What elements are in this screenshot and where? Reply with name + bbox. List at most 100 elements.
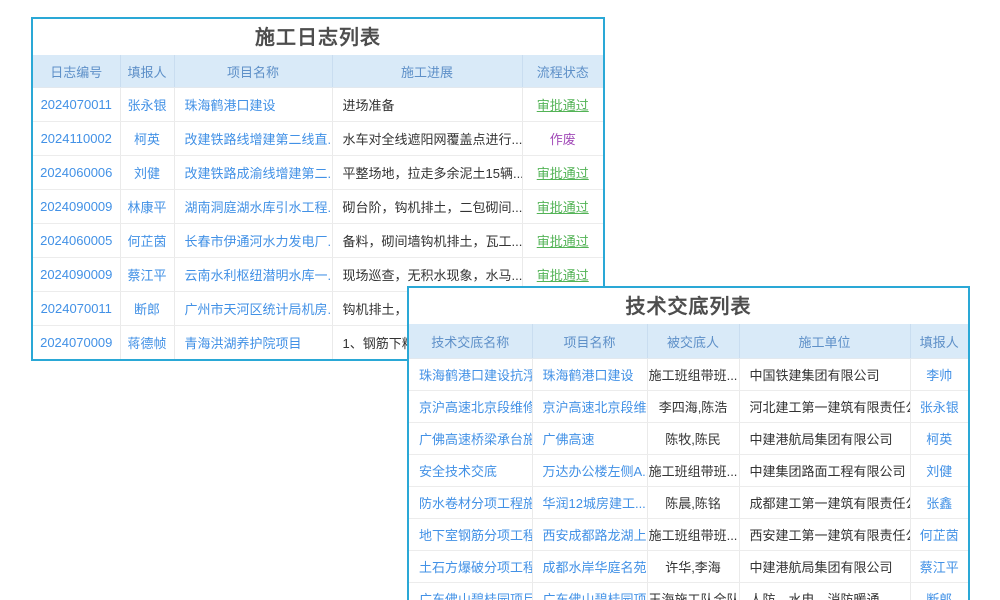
log-reporter-link[interactable]: 断郎 <box>134 302 160 317</box>
log-project-link[interactable]: 改建铁路线增建第二线直... <box>185 132 333 147</box>
disclosure-table-row: 京沪高速北京段维修... 京沪高速北京段维修 李四海,陈浩 河北建工第一建筑有限… <box>409 391 968 423</box>
technical-disclosure-title: 技术交底列表 <box>409 288 968 324</box>
construction-log-title: 施工日志列表 <box>33 19 603 55</box>
log-id-link[interactable]: 2024070011 <box>41 301 112 316</box>
log-project-link[interactable]: 青海洪湖养护院项目 <box>185 336 302 351</box>
log-reporter-link[interactable]: 蔡江平 <box>127 268 166 283</box>
log-status-badge: 审批通过 <box>537 268 589 283</box>
disclosure-name-link[interactable]: 京沪高速北京段维修... <box>419 400 532 415</box>
disclosure-unit-text: 中建港航局集团有限公司 <box>739 423 910 455</box>
log-table-row: 2024060006 刘健 改建铁路成渝线增建第二... 平整场地，拉走多余泥土… <box>33 156 603 190</box>
log-reporter-link[interactable]: 何芷茵 <box>127 234 166 249</box>
log-id-link[interactable]: 2024070009 <box>40 335 112 350</box>
disclosure-project-link[interactable]: 广东佛山碧桂园项目 <box>543 592 648 600</box>
disclosure-receiver-text: 许华,李海 <box>647 551 739 583</box>
disclosure-reporter-link[interactable]: 张永银 <box>920 400 959 415</box>
log-reporter-link[interactable]: 林康平 <box>127 200 166 215</box>
log-project-link[interactable]: 长春市伊通河水力发电厂... <box>185 234 333 249</box>
log-status-badge: 审批通过 <box>537 200 589 215</box>
disclosure-unit-text: 成都建工第一建筑有限责任公司 <box>739 487 910 519</box>
log-id-link[interactable]: 2024110002 <box>41 131 112 146</box>
log-id-link[interactable]: 2024070011 <box>41 97 112 112</box>
log-project-link[interactable]: 湖南洞庭湖水库引水工程... <box>185 200 333 215</box>
disclosure-reporter-link[interactable]: 蔡江平 <box>920 560 959 575</box>
log-progress-text: 备料，砌间墙钩机排土，瓦工... <box>332 224 522 258</box>
col-header-log-reporter: 填报人 <box>120 55 174 88</box>
col-header-log-status: 流程状态 <box>522 55 603 88</box>
disclosure-name-link[interactable]: 广东佛山碧桂园项目... <box>419 592 532 600</box>
col-header-disclosure-receiver: 被交底人 <box>647 324 739 359</box>
log-reporter-link[interactable]: 柯英 <box>134 132 160 147</box>
log-status-badge: 审批通过 <box>537 98 589 113</box>
log-project-link[interactable]: 改建铁路成渝线增建第二... <box>185 166 333 181</box>
disclosure-unit-text: 中建港航局集团有限公司 <box>739 551 910 583</box>
disclosure-unit-text: 中国铁建集团有限公司 <box>739 359 910 391</box>
log-table-row: 2024070011 张永银 珠海鹤港口建设 进场准备 审批通过 <box>33 88 603 122</box>
disclosure-name-link[interactable]: 地下室钢筋分项工程... <box>419 528 532 543</box>
disclosure-receiver-text: 陈晨,陈铭 <box>647 487 739 519</box>
log-id-link[interactable]: 2024090009 <box>40 199 112 214</box>
disclosure-unit-text: 中建集团路面工程有限公司 <box>739 455 910 487</box>
disclosure-receiver-text: 施工班组带班... <box>647 519 739 551</box>
col-header-disclosure-name: 技术交底名称 <box>409 324 532 359</box>
disclosure-table-row: 土石方爆破分项工程... 成都水岸华庭名苑... 许华,李海 中建港航局集团有限… <box>409 551 968 583</box>
technical-disclosure-panel: 技术交底列表 技术交底名称 项目名称 被交底人 施工单位 填报人 珠海鹤港口建设… <box>407 286 970 600</box>
log-id-link[interactable]: 2024060005 <box>40 233 112 248</box>
log-progress-text: 进场准备 <box>332 88 522 122</box>
disclosure-project-link[interactable]: 京沪高速北京段维修 <box>543 400 648 415</box>
disclosure-name-link[interactable]: 珠海鹤港口建设抗浮... <box>419 368 532 383</box>
log-progress-text: 水车对全线遮阳网覆盖点进行... <box>332 122 522 156</box>
disclosure-reporter-link[interactable]: 断郎 <box>926 592 952 600</box>
log-status-badge: 作废 <box>550 132 576 147</box>
disclosure-unit-text: 河北建工第一建筑有限责任公司 <box>739 391 910 423</box>
col-header-disclosure-unit: 施工单位 <box>739 324 910 359</box>
disclosure-receiver-text: 李四海,陈浩 <box>647 391 739 423</box>
log-id-link[interactable]: 2024090009 <box>40 267 112 282</box>
construction-log-header-row: 日志编号 填报人 项目名称 施工进展 流程状态 <box>33 55 603 88</box>
log-status-badge: 审批通过 <box>537 234 589 249</box>
disclosure-table-row: 安全技术交底 万达办公楼左侧A... 施工班组带班... 中建集团路面工程有限公… <box>409 455 968 487</box>
technical-disclosure-table: 技术交底名称 项目名称 被交底人 施工单位 填报人 珠海鹤港口建设抗浮... 珠… <box>409 324 968 600</box>
disclosure-project-link[interactable]: 华润12城房建工... <box>543 496 646 511</box>
disclosure-table-row: 防水卷材分项工程施... 华润12城房建工... 陈晨,陈铭 成都建工第一建筑有… <box>409 487 968 519</box>
disclosure-table-row: 广东佛山碧桂园项目... 广东佛山碧桂园项目 王海施工队全队 人防、水电、消防暖… <box>409 583 968 600</box>
disclosure-receiver-text: 施工班组带班... <box>647 455 739 487</box>
disclosure-unit-text: 人防、水电、消防暖通 <box>739 583 910 600</box>
disclosure-table-row: 地下室钢筋分项工程... 西安成都路龙湖上... 施工班组带班... 西安建工第… <box>409 519 968 551</box>
col-header-log-id: 日志编号 <box>33 55 120 88</box>
log-table-row: 2024060005 何芷茵 长春市伊通河水力发电厂... 备料，砌间墙钩机排土… <box>33 224 603 258</box>
log-reporter-link[interactable]: 蒋德帧 <box>127 336 166 351</box>
disclosure-reporter-link[interactable]: 何芷茵 <box>920 528 959 543</box>
col-header-log-progress: 施工进展 <box>332 55 522 88</box>
disclosure-reporter-link[interactable]: 刘健 <box>926 464 952 479</box>
disclosure-name-link[interactable]: 安全技术交底 <box>419 464 497 479</box>
disclosure-receiver-text: 施工班组带班... <box>647 359 739 391</box>
disclosure-reporter-link[interactable]: 张鑫 <box>926 496 952 511</box>
disclosure-table-row: 珠海鹤港口建设抗浮... 珠海鹤港口建设 施工班组带班... 中国铁建集团有限公… <box>409 359 968 391</box>
disclosure-reporter-link[interactable]: 李帅 <box>926 368 952 383</box>
log-project-link[interactable]: 广州市天河区统计局机房... <box>185 302 333 317</box>
log-reporter-link[interactable]: 刘健 <box>134 166 160 181</box>
technical-disclosure-header-row: 技术交底名称 项目名称 被交底人 施工单位 填报人 <box>409 324 968 359</box>
disclosure-project-link[interactable]: 广佛高速 <box>543 432 595 447</box>
disclosure-reporter-link[interactable]: 柯英 <box>926 432 952 447</box>
disclosure-receiver-text: 王海施工队全队 <box>647 583 739 600</box>
disclosure-name-link[interactable]: 防水卷材分项工程施... <box>419 496 532 511</box>
log-status-badge: 审批通过 <box>537 166 589 181</box>
disclosure-project-link[interactable]: 珠海鹤港口建设 <box>543 368 634 383</box>
log-project-link[interactable]: 珠海鹤港口建设 <box>185 98 276 113</box>
disclosure-receiver-text: 陈牧,陈民 <box>647 423 739 455</box>
col-header-log-project: 项目名称 <box>174 55 332 88</box>
log-progress-text: 平整场地，拉走多余泥土15辆... <box>332 156 522 190</box>
disclosure-name-link[interactable]: 广佛高速桥梁承台施... <box>419 432 532 447</box>
log-reporter-link[interactable]: 张永银 <box>127 98 166 113</box>
disclosure-project-link[interactable]: 西安成都路龙湖上... <box>543 528 648 543</box>
disclosure-unit-text: 西安建工第一建筑有限责任公司 <box>739 519 910 551</box>
disclosure-name-link[interactable]: 土石方爆破分项工程... <box>419 560 532 575</box>
disclosure-project-link[interactable]: 成都水岸华庭名苑... <box>543 560 648 575</box>
log-id-link[interactable]: 2024060006 <box>40 165 112 180</box>
col-header-disclosure-project: 项目名称 <box>532 324 647 359</box>
log-project-link[interactable]: 云南水利枢纽潜明水库一... <box>185 268 333 283</box>
disclosure-project-link[interactable]: 万达办公楼左侧A... <box>543 464 648 479</box>
log-table-row: 2024090009 林康平 湖南洞庭湖水库引水工程... 砌台阶，钩机排土，二… <box>33 190 603 224</box>
